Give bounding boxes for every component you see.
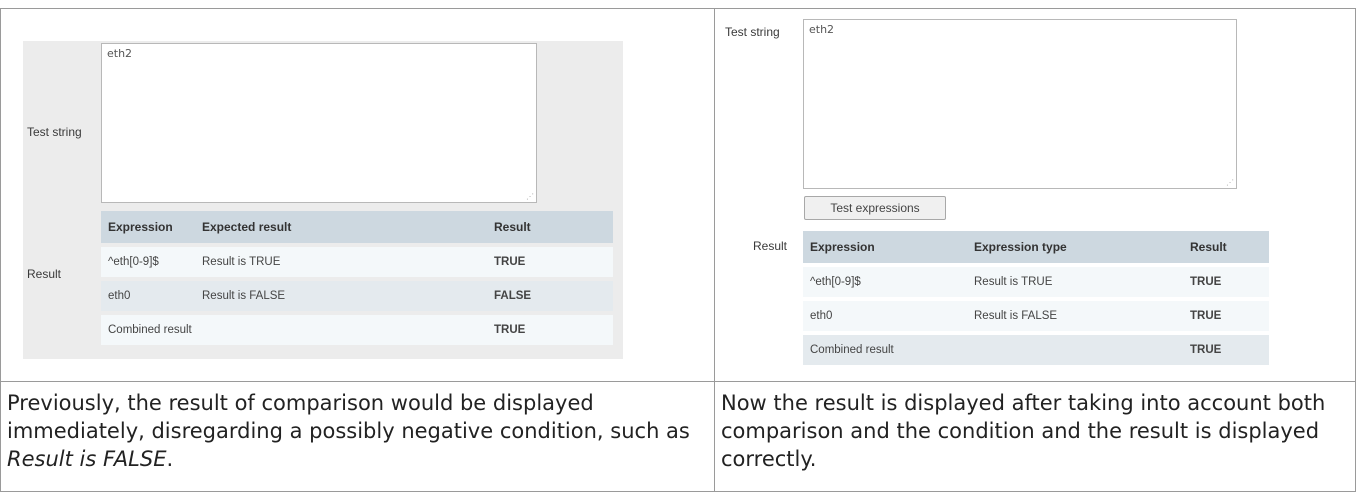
resize-grip-icon[interactable]: ⋰ (526, 192, 534, 201)
row-divider (1, 381, 1355, 382)
right-caption: Now the result is displayed after taking… (721, 391, 1326, 471)
combined-result: TRUE (1183, 335, 1269, 365)
table-row: eth0 Result is FALSE FALSE (101, 281, 613, 311)
left-caption: Previously, the result of comparison wou… (7, 389, 705, 473)
left-caption-emphasis: Result is FALSE (7, 447, 167, 471)
expression-cell: ^eth[0-9]$ (101, 247, 195, 277)
resize-grip-icon[interactable]: ⋰ (1226, 178, 1234, 187)
comparison-table: Test string eth2 ⋰ Result Expression Exp… (0, 8, 1356, 492)
table-row: eth0 Result is FALSE TRUE (803, 301, 1269, 331)
test-string-label: Test string (27, 125, 82, 139)
expression-cell: ^eth[0-9]$ (803, 267, 967, 297)
expression-cell: eth0 (803, 301, 967, 331)
right-screenshot: Test string eth2 ⋰ Test expressions Resu… (723, 13, 1353, 379)
condition-cell: Result is TRUE (967, 267, 1183, 297)
test-string-textarea[interactable]: eth2 ⋰ (101, 43, 537, 203)
column-header-expression: Expression (101, 211, 195, 243)
condition-cell: Result is FALSE (195, 281, 487, 311)
column-header-result: Result (487, 211, 613, 243)
test-expressions-button[interactable]: Test expressions (804, 196, 946, 220)
left-screenshot: Test string eth2 ⋰ Result Expression Exp… (23, 41, 623, 359)
result-cell: TRUE (1183, 267, 1269, 297)
column-header-result: Result (1183, 231, 1269, 263)
left-caption-text: Previously, the result of comparison wou… (7, 391, 690, 443)
combined-label: Combined result (101, 315, 487, 345)
combined-label: Combined result (803, 335, 1183, 365)
condition-cell: Result is TRUE (195, 247, 487, 277)
condition-cell: Result is FALSE (967, 301, 1183, 331)
table-row: ^eth[0-9]$ Result is TRUE TRUE (101, 247, 613, 277)
result-cell: TRUE (487, 247, 613, 277)
left-caption-end: . (166, 447, 174, 471)
column-divider (714, 9, 715, 491)
result-cell: TRUE (1183, 301, 1269, 331)
result-label: Result (753, 239, 788, 253)
column-header-expression: Expression (803, 231, 967, 263)
table-row: ^eth[0-9]$ Result is TRUE TRUE (803, 267, 1269, 297)
test-string-value: eth2 (107, 47, 133, 60)
results-table: Expression Expression type Result ^eth[0… (803, 227, 1269, 369)
test-string-label: Test string (725, 25, 780, 39)
test-string-textarea[interactable]: eth2 ⋰ (803, 19, 1237, 189)
test-string-value: eth2 (809, 23, 835, 36)
combined-result: TRUE (487, 315, 613, 345)
expression-cell: eth0 (101, 281, 195, 311)
result-label: Result (27, 267, 62, 281)
result-cell: FALSE (487, 281, 613, 311)
results-table: Expression Expected result Result ^eth[0… (101, 207, 613, 349)
combined-row: Combined result TRUE (803, 335, 1269, 365)
column-header-expected-result: Expected result (195, 211, 487, 243)
combined-row: Combined result TRUE (101, 315, 613, 345)
column-header-expression-type: Expression type (967, 231, 1183, 263)
